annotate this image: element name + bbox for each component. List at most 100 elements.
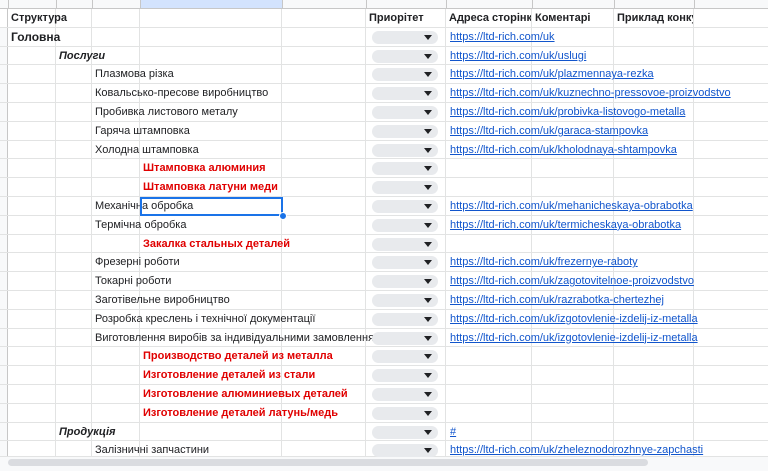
cell[interactable] (282, 272, 366, 290)
cell[interactable] (694, 385, 768, 403)
cell[interactable] (8, 140, 56, 159)
cell[interactable]: Послуги (56, 46, 105, 65)
row-number-cell[interactable] (0, 403, 8, 422)
cell[interactable] (282, 65, 366, 84)
cell[interactable] (92, 9, 140, 27)
row-number-cell[interactable] (0, 328, 8, 347)
page-url-link[interactable]: https://ltd-rich.com/uk/zheleznodorozhny… (446, 441, 703, 459)
priority-dropdown[interactable] (372, 331, 438, 345)
cell[interactable]: https://ltd-rich.com/uk/razrabotka-chert… (446, 290, 664, 309)
cell[interactable] (532, 159, 614, 178)
cell[interactable] (282, 84, 366, 102)
cell[interactable] (614, 159, 694, 178)
row-number-cell[interactable] (0, 9, 8, 27)
cell[interactable] (56, 290, 92, 309)
cell[interactable] (614, 366, 694, 384)
priority-dropdown[interactable] (372, 387, 438, 401)
cell[interactable] (694, 291, 768, 309)
cell[interactable] (8, 196, 56, 215)
cell[interactable] (282, 140, 366, 159)
cell[interactable] (694, 47, 768, 65)
cell[interactable] (56, 347, 92, 366)
cell[interactable]: Холодна штамповка (92, 140, 199, 159)
cell[interactable]: https://ltd-rich.com/uk/zagotovitelnoe-p… (446, 272, 694, 290)
cell[interactable] (8, 309, 56, 328)
cell[interactable] (694, 103, 768, 121)
cell[interactable] (8, 422, 56, 441)
cell[interactable]: https://ltd-rich.com/uk/izgotovlenie-izd… (446, 328, 698, 347)
priority-dropdown[interactable] (372, 105, 438, 119)
cell[interactable] (694, 310, 768, 328)
cell[interactable] (140, 27, 282, 46)
cell[interactable]: Структура (8, 9, 67, 27)
column-divider[interactable] (92, 0, 93, 8)
cell[interactable] (8, 347, 56, 366)
cell[interactable] (8, 272, 56, 290)
cell[interactable]: https://ltd-rich.com/uk/kuznechno-presso… (446, 84, 731, 102)
cell[interactable] (614, 384, 694, 403)
cell[interactable] (446, 347, 532, 366)
cell[interactable] (694, 423, 768, 441)
cell[interactable] (694, 178, 768, 196)
cell[interactable]: Приорітет (366, 9, 446, 27)
priority-dropdown[interactable] (372, 181, 438, 195)
row-number-cell[interactable] (0, 102, 8, 121)
priority-dropdown[interactable] (372, 444, 438, 458)
cell[interactable] (532, 178, 614, 196)
cell[interactable] (8, 159, 56, 178)
cell[interactable]: Головна (8, 27, 60, 46)
cell[interactable] (282, 215, 366, 234)
column-divider[interactable] (56, 0, 57, 8)
cell[interactable] (694, 159, 768, 177)
row-number-cell[interactable] (0, 140, 8, 159)
fill-handle[interactable] (279, 211, 287, 220)
column-divider[interactable] (140, 0, 141, 8)
cell[interactable]: https://ltd-rich.com/uk/zheleznodorozhny… (446, 441, 703, 460)
cell[interactable]: Изготовление деталей латунь/медь (140, 403, 338, 422)
row-number-cell[interactable] (0, 290, 8, 309)
row-number-cell[interactable] (0, 309, 8, 328)
cell[interactable] (56, 328, 92, 347)
cell[interactable] (56, 121, 92, 140)
cell[interactable] (8, 290, 56, 309)
column-divider[interactable] (446, 0, 447, 8)
cell[interactable] (282, 9, 366, 27)
priority-dropdown[interactable] (372, 312, 438, 326)
cell[interactable] (92, 27, 140, 46)
cell[interactable] (56, 27, 92, 46)
cell[interactable] (8, 253, 56, 272)
cell[interactable] (92, 403, 140, 422)
cell[interactable]: Пробивка листового металу (92, 102, 238, 121)
cell[interactable] (614, 347, 694, 366)
cell[interactable] (694, 253, 768, 271)
row-number-cell[interactable] (0, 178, 8, 196)
cell[interactable] (56, 309, 92, 328)
cell[interactable] (694, 366, 768, 384)
cell[interactable] (532, 234, 614, 253)
selected-column-header[interactable] (140, 0, 282, 8)
priority-dropdown[interactable] (372, 49, 438, 63)
cell[interactable]: https://ltd-rich.com/uk (446, 27, 555, 46)
cell[interactable] (446, 384, 532, 403)
cell[interactable] (282, 253, 366, 272)
cell[interactable] (614, 46, 694, 65)
cell[interactable] (694, 9, 768, 27)
priority-dropdown[interactable] (372, 143, 438, 157)
cell[interactable]: https://ltd-rich.com/uk/probivka-listovo… (446, 102, 685, 121)
row-number-cell[interactable] (0, 253, 8, 272)
cell[interactable] (56, 403, 92, 422)
cell[interactable]: Штамповка алюминия (140, 159, 282, 178)
cell[interactable] (92, 159, 140, 178)
page-url-link[interactable]: https://ltd-rich.com/uk/kuznechno-presso… (446, 84, 731, 102)
column-divider[interactable] (282, 0, 283, 8)
cell[interactable]: https://ltd-rich.com/uk/plazmennaya-rezk… (446, 65, 654, 84)
cell[interactable]: # (446, 422, 532, 441)
row-number-cell[interactable] (0, 159, 8, 178)
column-divider[interactable] (366, 0, 367, 8)
cell[interactable]: Заготівельне виробництво (92, 290, 230, 309)
priority-dropdown[interactable] (372, 275, 438, 289)
cell[interactable] (614, 178, 694, 196)
cell[interactable] (92, 384, 140, 403)
cell[interactable] (282, 196, 366, 215)
priority-dropdown[interactable] (372, 218, 438, 232)
